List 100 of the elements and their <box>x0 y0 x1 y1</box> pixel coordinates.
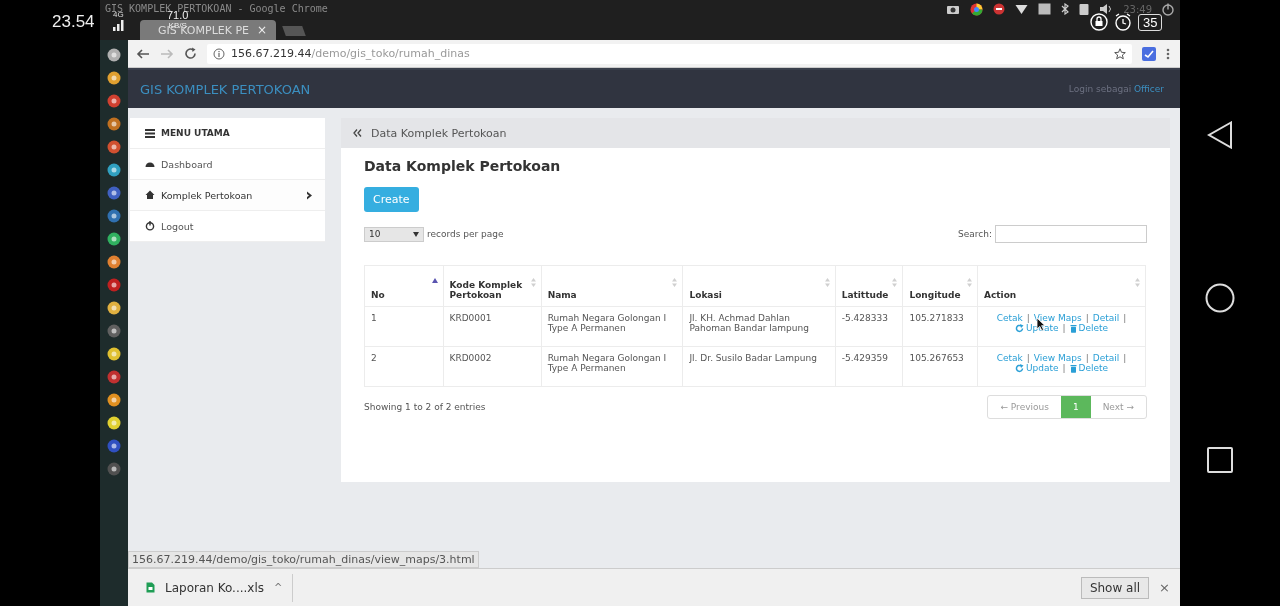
table-cell: Jl. Dr. Susilo Badar Lampung <box>682 346 836 387</box>
address-field[interactable]: 156.67.219.44/demo/gis_toko/rumah_dinas <box>207 43 1132 64</box>
separator-text: | <box>1026 313 1030 323</box>
home-icon <box>145 190 155 200</box>
wifi-icon[interactable] <box>1015 3 1029 15</box>
stop-icon[interactable] <box>993 3 1006 15</box>
app-icon[interactable] <box>107 232 121 246</box>
menu-icon[interactable] <box>1166 47 1170 60</box>
action-link[interactable]: Cetak <box>996 313 1023 323</box>
refresh-icon <box>1014 323 1024 333</box>
search-label: Search: <box>958 229 992 239</box>
reload-icon[interactable] <box>184 47 197 60</box>
dropdown-arrow-icon <box>413 231 419 237</box>
action-link[interactable]: View Maps <box>1033 313 1082 323</box>
app-icon[interactable] <box>107 347 121 361</box>
app-icon[interactable] <box>107 462 121 476</box>
app-icon[interactable] <box>107 439 121 453</box>
app-icon[interactable] <box>107 48 121 62</box>
page-size-label: records per page <box>427 229 504 239</box>
app-icon[interactable] <box>107 163 121 177</box>
separator-text: | <box>1123 313 1127 323</box>
action-link[interactable]: Delete <box>1069 323 1109 333</box>
power-icon[interactable] <box>1162 2 1174 16</box>
rotation-lock-icon <box>1090 13 1108 31</box>
table-cell: 1 <box>364 306 443 347</box>
table-cell: 105.271833 <box>902 306 978 347</box>
camera-icon[interactable] <box>946 3 961 15</box>
app-icon[interactable] <box>107 94 121 108</box>
action-link[interactable]: Cetak <box>996 353 1023 363</box>
app-icon[interactable] <box>107 186 121 200</box>
menu-icon <box>145 128 155 138</box>
app-icon[interactable] <box>107 301 121 315</box>
app-icon[interactable] <box>107 416 121 430</box>
breadcrumb-link[interactable]: Data Komplek Pertokoan <box>371 126 507 140</box>
app-icon[interactable] <box>107 370 121 384</box>
clock-text: 23.54 <box>51 11 96 32</box>
table-cell: 105.267653 <box>902 346 978 387</box>
back-icon[interactable] <box>136 47 150 60</box>
page-size-dropdown[interactable]: 10 <box>364 226 424 242</box>
page-button[interactable]: 1 <box>1060 396 1091 418</box>
app-icon[interactable] <box>107 71 121 85</box>
alarm-icon <box>1114 13 1132 31</box>
separator-text: | <box>1062 363 1066 373</box>
action-link[interactable]: Delete <box>1069 363 1109 373</box>
status-url-text: 156.67.219.44/demo/gis_toko/rumah_dinas/view_maps/3.html <box>128 551 479 568</box>
table-cell: -5.428333 <box>835 306 903 347</box>
app-icon[interactable] <box>107 209 121 223</box>
app-icon[interactable] <box>107 393 121 407</box>
column-header[interactable]: Action <box>977 265 1146 307</box>
separator-text: | <box>1085 353 1089 363</box>
battery-level-text: 35 <box>1138 13 1163 31</box>
action-link[interactable]: View Maps <box>1033 353 1082 363</box>
speaker-icon[interactable] <box>1099 3 1114 15</box>
entries-info: Showing 1 to 2 of 2 entries <box>364 402 486 412</box>
app-icon[interactable] <box>107 278 121 292</box>
column-header[interactable]: Latittude <box>835 265 903 307</box>
create-button[interactable]: Create <box>364 187 419 212</box>
refresh-icon <box>1014 363 1024 373</box>
separator-text: | <box>1085 313 1089 323</box>
action-link[interactable]: Detail <box>1092 313 1120 323</box>
column-header[interactable]: Kode Komplek Pertokoan <box>443 265 542 307</box>
column-header[interactable]: No <box>364 265 443 307</box>
table-cell: Jl. KH. Achmad Dahlan Pahoman Bandar lampung <box>682 306 836 347</box>
search-field[interactable] <box>995 225 1147 243</box>
spreadsheet-icon <box>146 582 155 593</box>
home-icon[interactable] <box>1205 283 1235 313</box>
app-icon[interactable] <box>107 255 121 269</box>
close-icon[interactable]: × <box>257 23 268 37</box>
sort-ascending-icon[interactable] <box>431 278 438 283</box>
action-link[interactable]: Detail <box>1092 353 1120 363</box>
column-header[interactable]: Lokasi <box>682 265 836 307</box>
bluetooth-icon[interactable] <box>1061 3 1070 15</box>
table-cell: KRD0001 <box>443 306 542 347</box>
column-header[interactable]: Longitude <box>902 265 978 307</box>
separator-text: | <box>1123 353 1127 363</box>
table-cell: KRD0002 <box>443 346 542 387</box>
sidebar-heading: MENU UTAMA <box>161 128 230 138</box>
browser-icon[interactable] <box>970 2 984 16</box>
separator-text: | <box>1062 323 1066 333</box>
double-chevron-icon[interactable] <box>353 129 362 137</box>
show-all-button[interactable]: Show all <box>1080 576 1150 599</box>
sidebar-item[interactable]: Logout <box>130 211 325 242</box>
download-item[interactable]: Laporan Ko....xls ^ <box>146 573 294 602</box>
star-icon[interactable] <box>1114 47 1126 60</box>
app-icon[interactable] <box>107 324 121 338</box>
table-cell: Rumah Negara Golongan I Type A Permanen <box>541 346 683 387</box>
extension-icon[interactable] <box>1142 46 1156 61</box>
info-icon <box>213 47 225 60</box>
caret-icon[interactable]: ^ <box>274 582 283 593</box>
app-icon[interactable] <box>107 117 121 131</box>
app-icon[interactable] <box>107 140 121 154</box>
close-icon[interactable]: × <box>1159 580 1170 595</box>
trash-icon <box>1069 323 1077 333</box>
site-title[interactable]: GIS KOMPLEK PERTOKOAN <box>140 81 311 97</box>
separator-text: | <box>1026 353 1030 363</box>
recents-icon[interactable] <box>1207 447 1233 473</box>
action-link[interactable]: Update <box>1014 363 1059 373</box>
power-icon <box>145 221 155 231</box>
column-header[interactable]: Nama <box>541 265 683 307</box>
table-cell: -5.429359 <box>835 346 903 387</box>
